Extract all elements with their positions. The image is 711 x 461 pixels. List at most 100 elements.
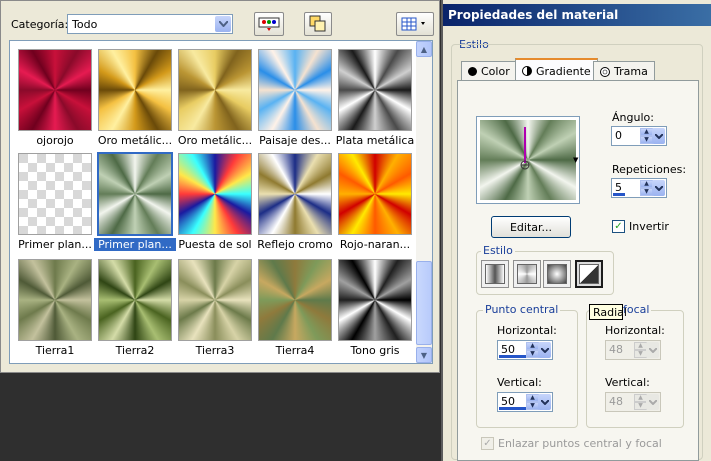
gradient-item[interactable]: Tierra1	[14, 255, 94, 361]
gradient-item[interactable]: Oro metálic...	[174, 45, 254, 151]
gradient-item[interactable]: Tono gris	[334, 255, 414, 361]
tab-color-label: Color	[481, 65, 510, 78]
gradient-item[interactable]: Rojo-naran...	[334, 149, 414, 255]
gradient-thumbnail	[338, 49, 412, 131]
gradient-item[interactable]: ojorojo	[14, 45, 94, 151]
gradient-thumbnail	[18, 259, 92, 341]
tab-color[interactable]: Color	[461, 61, 517, 81]
gradient-thumbnail	[98, 49, 172, 131]
central-h-spinner[interactable]: 50 ▲ ▼	[497, 340, 553, 360]
gradient-item[interactable]: Reflejo cromo	[254, 149, 334, 255]
gradient-thumbnail	[97, 152, 173, 236]
rectangular-style-button[interactable]	[513, 260, 541, 288]
gradient-item-label: Tierra2	[115, 344, 155, 357]
focal-h-spinner[interactable]: 48 ▲ ▼	[605, 340, 661, 360]
globe-icon	[600, 66, 610, 77]
central-v-label: Vertical:	[497, 376, 542, 389]
focal-v-value: 48	[609, 395, 623, 408]
gradient-preview[interactable]	[476, 116, 580, 204]
category-select[interactable]: Todo	[67, 14, 233, 34]
view-mode-icon[interactable]	[396, 12, 434, 36]
scroll-up-icon[interactable]: ▲	[416, 41, 432, 57]
gradient-item[interactable]: Oro metálic...	[94, 45, 174, 151]
gradient-item-label: Rojo-naran...	[339, 238, 411, 251]
central-h-level	[499, 355, 526, 358]
circle-icon	[468, 67, 477, 76]
gradient-item-label: Oro metálic...	[177, 134, 253, 147]
gradient-item[interactable]: Tierra4	[254, 255, 334, 361]
invert-label: Invertir	[629, 220, 669, 233]
chevron-down-icon[interactable]	[215, 16, 231, 32]
gradient-item[interactable]: Tierra2	[94, 255, 174, 361]
tab-pattern[interactable]: Trama	[593, 61, 655, 81]
focal-h-label: Horizontal:	[605, 324, 665, 337]
central-v-level	[499, 407, 526, 410]
gradient-browser-panel: Categoría: Todo ojorojo Oro metálic... Oro…	[0, 0, 440, 373]
scroll-thumb[interactable]	[416, 261, 432, 345]
gradient-grid: ojorojo Oro metálic... Oro metálic... Paisa…	[9, 40, 433, 364]
central-v-spinner[interactable]: 50 ▲ ▼	[497, 392, 553, 412]
focal-v-label: Vertical:	[605, 376, 650, 389]
invert-checkbox[interactable]: ✓	[612, 220, 625, 233]
chevron-down-icon[interactable]	[646, 342, 659, 358]
focal-h-value: 48	[609, 343, 623, 356]
gradient-item[interactable]: Primer plan...	[14, 149, 94, 255]
gradient-item[interactable]: Plata metálica	[334, 45, 414, 151]
scroll-down-icon[interactable]: ▼	[416, 347, 432, 363]
gradient-item[interactable]: Tierra3	[174, 255, 254, 361]
preview-dropdown-icon[interactable]: ▼	[573, 156, 578, 164]
gradient-item-label: Tierra4	[275, 344, 315, 357]
gradient-item-label: Plata metálica	[335, 134, 415, 147]
gradient-item-label: Primer plan...	[94, 238, 176, 251]
gradient-item-label: Tono gris	[350, 344, 400, 357]
gradient-thumbnail	[98, 259, 172, 341]
style-label: Estilo	[481, 244, 515, 257]
category-value: Todo	[72, 18, 98, 31]
angle-value: 0	[615, 129, 622, 142]
chevron-down-icon[interactable]	[646, 394, 659, 410]
gradient-handle-icon[interactable]	[517, 127, 537, 173]
radial-style-button[interactable]	[575, 260, 603, 288]
vertical-scrollbar[interactable]: ▲ ▼	[416, 41, 432, 363]
repeat-level	[613, 193, 625, 196]
focal-v-spinner[interactable]: 48 ▲ ▼	[605, 392, 661, 412]
repeat-spinner[interactable]: 5 ▲ ▼	[611, 178, 667, 198]
gradient-item-label: Oro metálic...	[97, 134, 173, 147]
gradient-thumbnail	[18, 153, 92, 235]
gradient-item-label: ojorojo	[36, 134, 74, 147]
category-label: Categoría:	[11, 18, 69, 31]
edit-button[interactable]: Editar...	[491, 216, 571, 238]
tab-pattern-label: Trama	[614, 65, 648, 78]
angle-label: Ángulo:	[612, 111, 654, 124]
sunburst-style-button[interactable]	[543, 260, 571, 288]
central-h-label: Horizontal:	[497, 324, 557, 337]
gradient-item[interactable]: Paisaje des...	[254, 45, 334, 151]
gradient-item[interactable]: Primer plan...	[94, 149, 176, 255]
half-circle-icon	[522, 66, 532, 76]
gradient-item-label: Primer plan...	[18, 238, 92, 251]
gradient-item-label: Paisaje des...	[259, 134, 331, 147]
gradient-item-label: Tierra3	[195, 344, 235, 357]
tab-gradient[interactable]: Gradiente	[515, 58, 598, 82]
link-points-label: Enlazar puntos central y focal	[498, 437, 662, 450]
angle-spinner[interactable]: 0 ▲ ▼	[611, 126, 667, 146]
central-point-label: Punto central	[483, 303, 561, 316]
link-points-checkbox[interactable]: ✓	[481, 437, 494, 450]
linear-style-button[interactable]	[481, 260, 509, 288]
material-properties-panel: Propiedades del material Estilo Color Gr…	[441, 0, 711, 461]
gradient-thumbnail	[258, 259, 332, 341]
layers-icon[interactable]	[304, 12, 332, 36]
gradient-thumbnail	[178, 259, 252, 341]
chevron-down-icon[interactable]	[538, 342, 551, 358]
chevron-down-icon[interactable]	[652, 128, 665, 144]
gradient-thumbnail	[18, 49, 92, 131]
gradient-thumbnail	[338, 153, 412, 235]
chevron-down-icon[interactable]	[538, 394, 551, 410]
chevron-down-icon[interactable]	[652, 180, 665, 196]
gradient-thumbnail	[178, 153, 252, 235]
palette-icon[interactable]	[254, 12, 284, 36]
gradient-item[interactable]: Puesta de sol	[174, 149, 254, 255]
gradient-thumbnail	[338, 259, 412, 341]
radial-tooltip: Radial	[589, 304, 627, 320]
gradient-item-label: Tierra1	[35, 344, 75, 357]
